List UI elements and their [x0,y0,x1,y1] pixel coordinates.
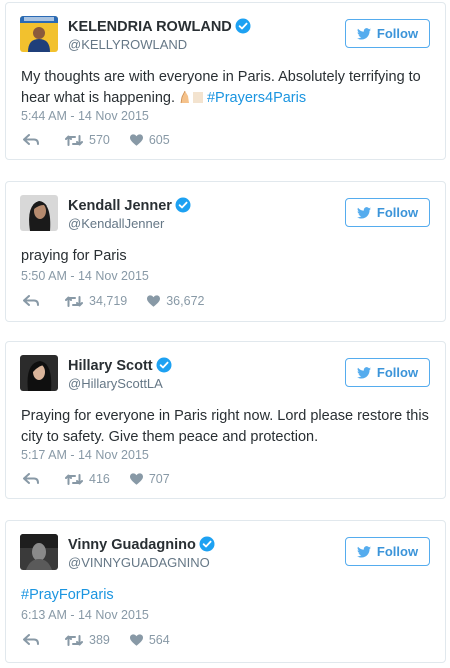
hashtag-link[interactable]: #PrayForParis [21,587,114,603]
retweet-icon [65,134,83,146]
display-name[interactable]: Hillary Scott [68,357,172,374]
verified-badge-icon [175,197,191,213]
follow-label: Follow [376,205,419,220]
tweet-actions: 416 707 [23,472,170,486]
twitter-bird-icon [356,27,371,40]
reply-arrow-icon [23,473,39,484]
verified-badge-icon [235,18,251,34]
hashtag-link[interactable]: #Prayers4Paris [207,90,306,106]
user-handle[interactable]: @KendallJenner [68,216,164,231]
heart-icon [147,295,161,307]
retweet-icon [65,473,83,485]
follow-label: Follow [376,26,419,41]
like-button[interactable]: 707 [129,472,170,486]
heart-icon [129,473,143,485]
tweet-actions: 34,719 36,672 [23,294,204,308]
like-count: 564 [148,633,170,647]
reply-button[interactable] [23,295,39,307]
twitter-bird-icon [356,206,371,219]
retweet-button[interactable]: 570 [65,133,110,147]
display-name[interactable]: Vinny Guadagnino [68,536,215,553]
twitter-bird-icon [356,545,371,558]
heart-icon [129,134,143,146]
tweet-card-hillaryscott: Hillary Scott @HillaryScottLA Follow Pra… [5,341,446,499]
tweet-text-line: My thoughts are with everyone in Paris. … [21,69,421,85]
like-count: 707 [148,472,170,486]
like-count: 605 [148,133,170,147]
follow-button[interactable]: Follow [345,19,430,48]
display-name[interactable]: Kendall Jenner [68,197,191,214]
reply-arrow-icon [23,295,39,306]
display-name-text[interactable]: Hillary Scott [68,358,153,374]
tweet-actions: 389 564 [23,633,170,647]
tweet-text: #PrayForParis [21,585,433,606]
retweet-button[interactable]: 416 [65,472,110,486]
display-name[interactable]: KELENDRIA ROWLAND [68,18,251,35]
retweet-count: 34,719 [89,294,128,308]
follow-button[interactable]: Follow [345,358,430,387]
twitter-bird-icon [356,366,371,379]
avatar[interactable] [20,16,58,52]
display-name-text[interactable]: KELENDRIA ROWLAND [68,19,232,35]
reply-arrow-icon [23,634,39,645]
tweet-text: Praying for everyone in Paris right now.… [21,408,429,445]
tweet-actions: 570 605 [23,133,170,147]
user-handle[interactable]: @VINNYGUADAGNINO [68,555,210,570]
tweet-card-vinnyguadagnino: Vinny Guadagnino @VINNYGUADAGNINO Follow… [5,520,446,663]
avatar[interactable] [20,195,58,231]
follow-label: Follow [376,544,419,559]
user-handle[interactable]: @HillaryScottLA [68,376,163,391]
like-button[interactable]: 564 [129,633,170,647]
reply-button[interactable] [23,634,39,646]
avatar[interactable] [20,534,58,570]
reply-arrow-icon [23,134,39,145]
tweet-card-kendalljenner: Kendall Jenner @KendallJenner Follow pra… [5,181,446,322]
tweet-text: My thoughts are with everyone in Paris. … [21,67,433,109]
like-button[interactable]: 605 [129,133,170,147]
retweet-count: 570 [89,133,110,147]
follow-button[interactable]: Follow [345,537,430,566]
timestamp[interactable]: 5:17 AM - 14 Nov 2015 [21,448,149,462]
avatar[interactable] [20,355,58,391]
display-name-text[interactable]: Kendall Jenner [68,198,172,214]
user-handle[interactable]: @KELLYROWLAND [68,37,187,52]
retweet-icon [65,634,83,646]
verified-badge-icon [156,357,172,373]
tweet-text-line: hear what is happening. [21,90,175,106]
display-name-text[interactable]: Vinny Guadagnino [68,537,196,553]
retweet-button[interactable]: 389 [65,633,110,647]
like-count: 36,672 [166,294,205,308]
retweet-count: 389 [89,633,110,647]
tweet-text: praying for Paris [21,248,127,264]
timestamp[interactable]: 5:44 AM - 14 Nov 2015 [21,109,149,123]
like-button[interactable]: 36,672 [147,294,204,308]
reply-button[interactable] [23,134,39,146]
heart-icon [129,634,143,646]
retweet-count: 416 [89,472,110,486]
timestamp[interactable]: 5:50 AM - 14 Nov 2015 [21,269,149,283]
retweet-icon [65,295,83,307]
retweet-button[interactable]: 34,719 [65,294,127,308]
reply-button[interactable] [23,473,39,485]
timestamp[interactable]: 6:13 AM - 14 Nov 2015 [21,608,149,622]
praying-hands-icon [180,90,203,104]
tweet-card-kellyrowland: KELENDRIA ROWLAND @KELLYROWLAND Follow M… [5,2,446,160]
follow-button[interactable]: Follow [345,198,430,227]
follow-label: Follow [376,365,419,380]
verified-badge-icon [199,536,215,552]
